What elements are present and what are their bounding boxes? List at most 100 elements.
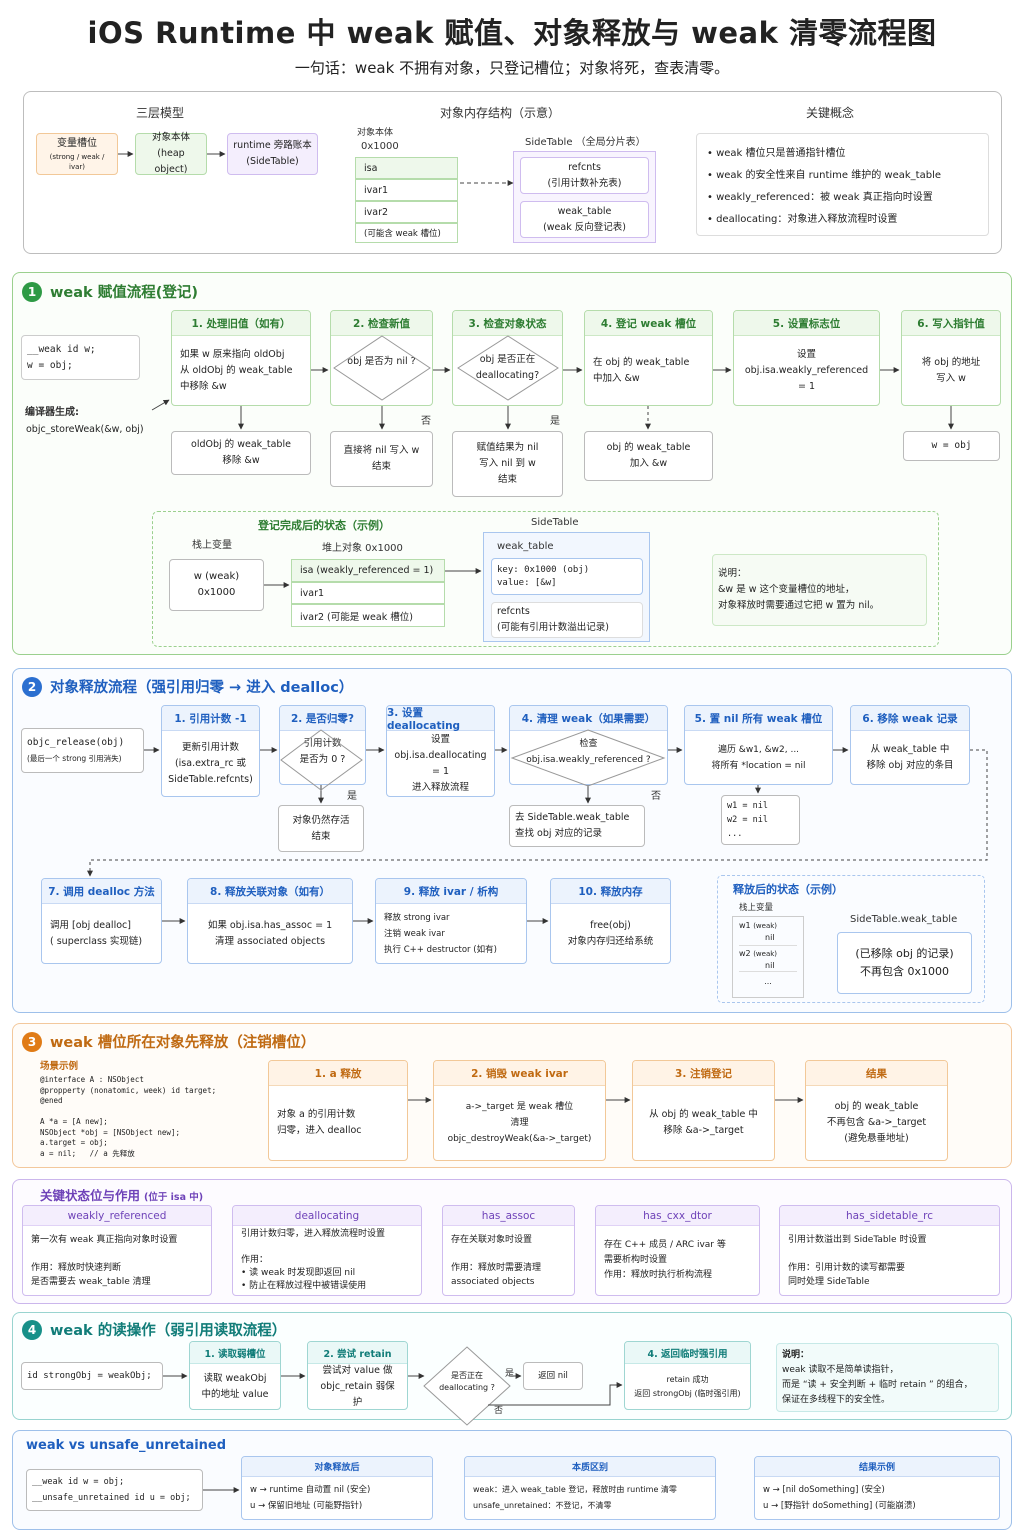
s1-note-title: 说明： xyxy=(718,568,747,579)
flag-has-assoc: has_assoc 存在关联对象时设置 作用：释放时需要清理 associated… xyxy=(442,1205,575,1296)
s1-state-title: 登记完成后的状态（示例） xyxy=(258,519,390,532)
s3-step-destroy-weak: 2. 销毁 weak ivar a->_target 是 weak 槽位 清理 o… xyxy=(433,1060,606,1161)
s1-refcnts: refcnts (可能有引用计数溢出记录) xyxy=(491,602,643,638)
section1-badge: 1 xyxy=(22,281,42,302)
s4-decision-text: 是否正在 deallocating ? xyxy=(439,1371,495,1392)
s1-stack-label: 栈上变量 xyxy=(192,540,232,551)
s1-step-old-value: 1. 处理旧值（如有） 如果 w 原来指向 oldObj 从 oldObj 的 w… xyxy=(171,310,311,406)
concept-item: • weak 的安全性来自 runtime 维护的 weak_table xyxy=(707,170,941,181)
s2-step-nil-slots: 5. 置 nil 所有 weak 槽位 遍历 &w1, &w2, ... 将所有 … xyxy=(684,705,833,785)
model-sidetable: runtime 旁路账本 (SideTable) xyxy=(227,133,318,175)
s1-sub-dealloc-nil: 赋值结果为 nil 写入 nil 到 w 结束 xyxy=(452,431,563,497)
s4-step-read-slot: 1. 读取弱槽位 读取 weakObj 中的地址 value xyxy=(189,1341,281,1410)
model-object: 对象本体 (heap object) xyxy=(135,132,207,175)
s1-refcnts-note: (可能有引用计数溢出记录) xyxy=(497,622,609,633)
concept-item: • deallocating：对象进入释放流程时设置 xyxy=(707,214,898,225)
s4-code: id strongObj = weakObj; xyxy=(21,1362,163,1390)
s1-sub-assign: w = obj xyxy=(903,431,1000,461)
page-title: iOS Runtime 中 weak 赋值、对象释放与 weak 清零流程图 xyxy=(87,16,937,50)
s3-scene-label: 场景示例 xyxy=(40,1061,79,1072)
weak-table-name: weak_table xyxy=(557,205,612,217)
refcnts-name: refcnts xyxy=(568,161,601,173)
s2-step-dealloc: 7. 调用 dealloc 方法 调用 [obj dealloc] ( super… xyxy=(41,878,162,964)
s1-heap-isa: isa (weakly_referenced = 1) xyxy=(291,559,445,582)
s2-after-stack: 栈上变量 xyxy=(739,903,774,913)
s2-alive: 对象仍然存活 结束 xyxy=(278,805,364,852)
model-object-title: 对象本体 xyxy=(151,132,190,143)
sidetable-weak-table: weak_table (weak 反向登记表) xyxy=(520,201,649,238)
s4-step-return-strong: 4. 返回临时强引用 retain 成功 返回 strongObj (临时强引用) xyxy=(624,1341,751,1410)
section2-badge: 2 xyxy=(22,676,42,697)
flags-title: 关键状态位与作用 (位于 isa 中) xyxy=(40,1188,204,1203)
s1-no-label: 否 xyxy=(421,416,431,427)
s2-lookup: 去 SideTable.weak_table 查找 obj 对应的记录 xyxy=(509,805,645,847)
s1-code: __weak id w; w = obj; xyxy=(21,335,140,380)
s1-yes-label: 是 xyxy=(550,416,560,427)
s1-weak-table-entry: key: 0x1000 (obj) value: [&w] xyxy=(491,558,643,595)
s1-compiler-call: objc_storeWeak(&w, obj) xyxy=(26,424,144,435)
object-field-isa: isa xyxy=(355,157,458,179)
s4-note: 说明： weak 读取不是简单读指针， 而是 “读 + 安全判断 + 临时 re… xyxy=(776,1343,999,1412)
s2-start-note: (最后一个 strong 引用消失) xyxy=(27,753,122,763)
section4-title: 4 weak 的读操作（弱引用读取流程） xyxy=(22,1319,286,1340)
s4-note-text: weak 读取不是简单读指针， 而是 “读 + 安全判断 + 临时 retain… xyxy=(782,1364,973,1405)
memory-title: 对象内存结构（示意） xyxy=(440,106,561,120)
s2-after-more: ... xyxy=(764,977,772,986)
s5-title: weak vs unsafe_unretained xyxy=(26,1438,227,1453)
page-subtitle: 一句话：weak 不拥有对象，只登记槽位；对象将死，查表清零。 xyxy=(294,59,730,77)
s2-yes-label: 是 xyxy=(347,791,357,802)
section3-title: 3 weak 槽位所在对象先释放（注销槽位） xyxy=(22,1031,315,1052)
model-slot-title: 变量槽位 xyxy=(57,138,97,149)
flag-has-sidetable-rc: has_sidetable_rc 引用计数溢出到 SideTable 时设置 作用… xyxy=(779,1205,1000,1296)
section1-title: 1 weak 赋值流程(登记) xyxy=(22,281,198,302)
model-slot: 变量槽位 (strong / weak / ivar) xyxy=(36,133,118,175)
concept-list: • weak 槽位只是普通指针槽位 • weak 的安全性来自 runtime … xyxy=(696,133,989,236)
object-field-ivar1: ivar1 xyxy=(355,179,458,201)
object-field-ivar2: ivar2 xyxy=(355,201,458,223)
s4-return-nil: 返回 nil xyxy=(523,1362,583,1390)
s1-refcnts-name: refcnts xyxy=(497,606,530,617)
s1-note-text: &w 是 w 这个变量槽位的地址， 对象释放时需要通过它把 w 置为 nil。 xyxy=(718,584,880,611)
s1-note: 说明： &w 是 w 这个变量槽位的地址， 对象释放时需要通过它把 w 置为 n… xyxy=(712,554,927,626)
s1-compiler-label: 编译器生成: xyxy=(25,407,79,418)
s1-step-check-nil: 2. 检查新值 obj 是否为 nil ? xyxy=(330,310,433,406)
s2-start: objc_release(obj) (最后一个 strong 引用消失) xyxy=(21,728,144,773)
s2-step-clear-weak: 4. 清理 weak（如果需要） 检查 obj.isa.weakly_refere… xyxy=(509,705,668,785)
s1-sub-write-nil: 直接将 nil 写入 w 结束 xyxy=(330,431,433,487)
s2-step-deallocating: 3. 设置 deallocating 设置 obj.isa.deallocatin… xyxy=(386,705,495,797)
s2-after-vars: w1 (weak) nil w2 (weak) nil ... xyxy=(732,916,804,998)
s1-sub-add-entry: obj 的 weak_table 加入 &w xyxy=(584,431,713,481)
model-object-sub: (heap object) xyxy=(154,148,188,175)
section2-title: 2 对象释放流程（强引用归零 → 进入 dealloc） xyxy=(22,676,353,697)
s2-after-var: w2 (weak) nil xyxy=(739,946,797,972)
sidetable-refcnts: refcnts (引用计数补充表) xyxy=(520,157,649,194)
s5-code: __weak id w = obj; __unsafe_unretained i… xyxy=(26,1469,203,1511)
s1-heap-label: 堆上对象 0x1000 xyxy=(322,543,403,554)
model-sidetable-sub: (SideTable) xyxy=(246,156,299,167)
s4-step-retain: 2. 尝试 retain 尝试对 value 做 objc_retain 弱保护 xyxy=(307,1341,408,1410)
s1-step-check-dealloc: 3. 检查对象状态 obj 是否正在 deallocating? xyxy=(452,310,563,406)
s2-step-decrement: 1. 引用计数 -1 更新引用计数 (isa.extra_rc 或 SideTab… xyxy=(161,705,260,797)
s1-weak-table-label: weak_table xyxy=(497,541,554,552)
s1-step-write-pointer: 6. 写入指针值将 obj 的地址 写入 w xyxy=(901,310,1001,406)
section3-badge: 3 xyxy=(22,1031,42,1052)
model-sidetable-title: runtime 旁路账本 xyxy=(233,140,312,151)
flag-weakly-referenced: weakly_referenced 第一次有 weak 真正指向对象时设置 作用：… xyxy=(22,1205,212,1296)
sidetable-title: SideTable （全局分片表） xyxy=(525,137,646,148)
object-address: 0x1000 xyxy=(361,141,399,152)
model-slot-sub: (strong / weak / ivar) xyxy=(49,153,105,171)
s3-code: @interface A : NSObject @propperty (nona… xyxy=(40,1075,217,1158)
refcnts-desc: (引用计数补充表) xyxy=(547,177,622,189)
s2-step-assoc: 8. 释放关联对象（如有） 如果 obj.isa.has_assoc = 1 清理… xyxy=(187,878,353,964)
s2-step-remove-record: 6. 移除 weak 记录从 weak_table 中 移除 obj 对应的条目 xyxy=(850,705,970,785)
s4-note-title: 说明： xyxy=(782,1349,810,1360)
s2-no-label: 否 xyxy=(651,791,661,802)
object-field-weak-slot: (可能含 weak 槽位) xyxy=(355,223,458,243)
s2-start-call: objc_release(obj) xyxy=(27,736,125,748)
weak-table-desc: (weak 反向登记表) xyxy=(543,221,626,233)
concept-item: • weak 槽位只是普通指针槽位 xyxy=(707,148,846,159)
s1-step-set-flag: 5. 设置标志位 设置 obj.isa.weakly_referenced = 1 xyxy=(733,310,880,406)
flag-deallocating: deallocating 引用计数归零，进入释放流程时设置 作用： • 读 wea… xyxy=(232,1205,422,1296)
s3-step-release: 1. a 释放 对象 a 的引用计数 归零，进入 dealloc xyxy=(268,1060,408,1161)
s1-sub-remove-old: oldObj 的 weak_table 移除 &w xyxy=(171,431,311,475)
